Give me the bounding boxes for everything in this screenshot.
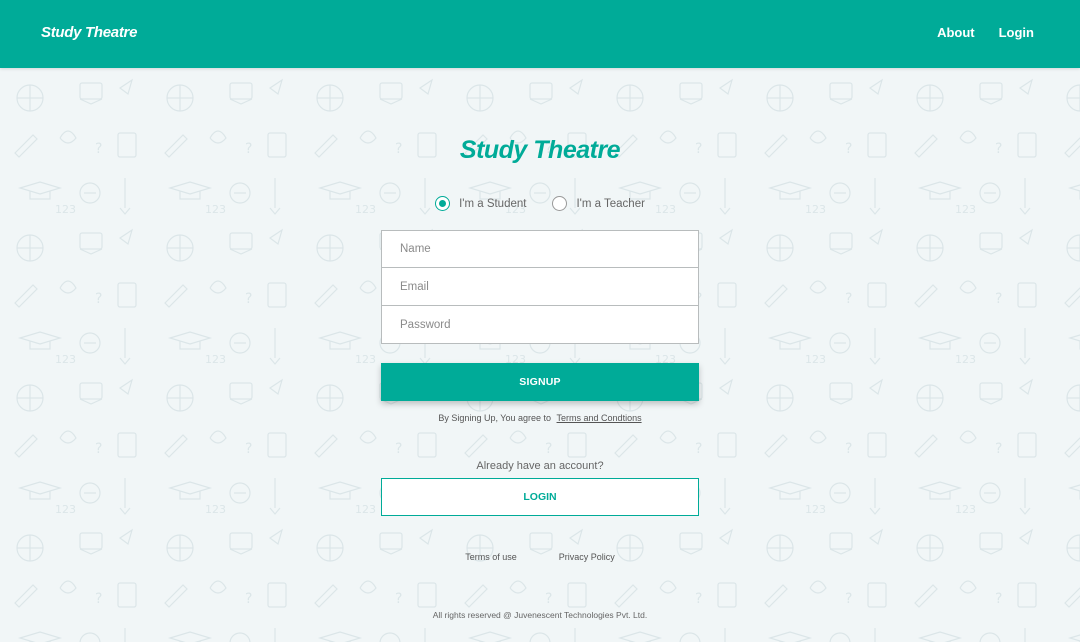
copyright-text: All rights reserved @ Juvenescent Techno… [432,610,648,620]
login-button[interactable]: LOGIN [381,478,699,516]
nav-about-link[interactable]: About [937,25,975,40]
email-input[interactable] [400,268,698,305]
terms-prefix-text: By Signing Up, You agree to [438,413,552,423]
radio-unchecked-icon[interactable] [552,196,568,211]
nav-login-link[interactable]: Login [999,25,1034,40]
terms-notice: By Signing Up, You agree to Terms and Co… [0,413,1080,423]
role-student-label: I'm a Student [459,197,527,210]
signup-button[interactable]: SIGNUP [381,363,699,401]
role-selector: I'm a Student I'm a Teacher [0,196,1080,211]
navbar-links: About Login [937,25,1034,40]
password-input[interactable] [400,306,698,343]
navbar-brand[interactable]: Study Theatre [41,24,137,41]
role-teacher-label: I'm a Teacher [576,197,645,210]
terms-link[interactable]: Terms and Condtions [557,413,642,423]
radio-checked-icon[interactable] [435,196,451,211]
privacy-policy-link[interactable]: Privacy Policy [559,552,615,562]
password-field-wrapper [381,306,699,344]
role-teacher-option[interactable]: I'm a Teacher [552,196,645,211]
signup-form [381,230,699,344]
name-input[interactable] [400,231,698,267]
footer-links: Terms of use Privacy Policy [0,552,1080,562]
role-student-option[interactable]: I'm a Student [435,196,526,211]
email-field-wrapper [381,268,699,306]
already-account-text: Already have an account? [476,460,604,472]
top-navbar: Study Theatre About Login [0,0,1080,68]
terms-of-use-link[interactable]: Terms of use [465,552,517,562]
name-field-wrapper [381,230,699,268]
page-title: Study Theatre [459,136,621,164]
